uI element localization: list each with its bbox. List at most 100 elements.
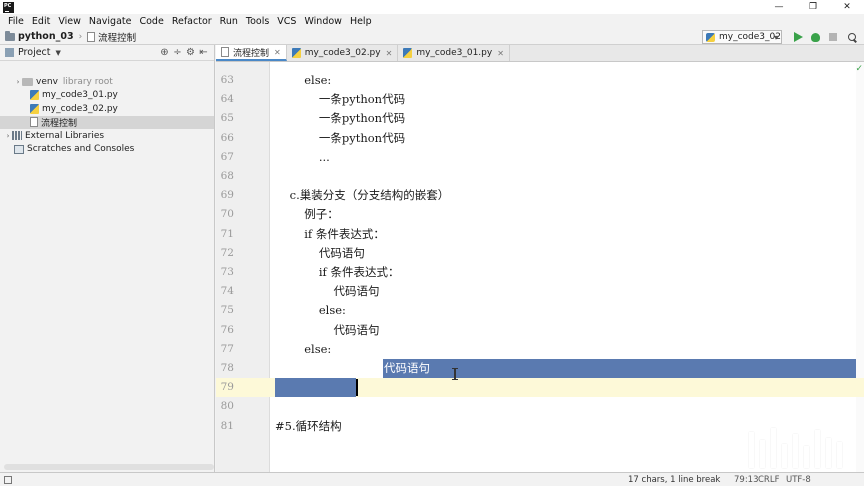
text-file-icon xyxy=(221,47,229,57)
code-line: 71 if 条件表达式： xyxy=(216,225,864,244)
restore-button[interactable]: ❐ xyxy=(796,0,830,14)
menu-refactor[interactable]: Refactor xyxy=(168,16,216,27)
editor-tab[interactable]: 流程控制 ✕ xyxy=(216,45,287,61)
line-number: 77 xyxy=(220,342,234,355)
close-tab-icon[interactable]: ✕ xyxy=(497,49,504,58)
tree-item[interactable]: › venv library root xyxy=(0,75,214,89)
debug-icon[interactable] xyxy=(809,31,821,43)
mouse-cursor-icon xyxy=(452,368,458,380)
file-encoding[interactable]: UTF-8 xyxy=(786,475,811,485)
close-tab-icon[interactable]: ✕ xyxy=(386,49,393,58)
selection-info: 17 chars, 1 line break xyxy=(628,474,721,485)
gear-icon[interactable]: ⚙ xyxy=(184,47,197,59)
python-file-icon xyxy=(403,48,413,58)
line-separator[interactable]: CRLF xyxy=(758,475,779,485)
text-caret xyxy=(356,379,358,397)
line-number: 66 xyxy=(220,131,234,144)
line-number: 64 xyxy=(220,93,234,106)
folder-icon xyxy=(5,30,15,41)
breadcrumb-project[interactable]: python_03 xyxy=(18,31,74,42)
run-configuration-select[interactable]: my_code3_02 ▾ xyxy=(702,30,782,44)
code-line: 73 if 条件表达式： xyxy=(216,263,864,282)
tree-item-label: my_code3_02.py xyxy=(42,103,118,114)
close-window-button[interactable]: ✕ xyxy=(830,0,864,14)
tree-item[interactable]: › External Libraries xyxy=(0,129,214,143)
python-file-icon xyxy=(30,90,39,101)
line-text: ... xyxy=(275,149,330,164)
search-everywhere-icon[interactable] xyxy=(846,31,858,43)
chevron-right-icon[interactable]: › xyxy=(4,132,12,140)
code-editor[interactable]: ✓ 63 else: 64 一条python代码 65 一条python代码 66 一… xyxy=(216,62,864,472)
line-number: 69 xyxy=(220,189,234,202)
tree-item[interactable]: my_code3_01.py xyxy=(0,89,214,103)
line-text: 例子： xyxy=(275,207,339,222)
menu-view[interactable]: View xyxy=(54,16,85,27)
line-text: 代码语句 xyxy=(275,284,380,299)
line-number: 63 xyxy=(220,74,234,86)
venv-folder-icon xyxy=(22,77,33,86)
line-number: 68 xyxy=(220,170,234,182)
stop-icon[interactable] xyxy=(827,31,839,43)
line-number: 73 xyxy=(220,266,234,278)
line-number: 76 xyxy=(220,323,234,336)
code-line: 74 代码语句 xyxy=(216,282,864,301)
breadcrumb: python_03 › 流程控制 xyxy=(0,30,136,44)
menu-window[interactable]: Window xyxy=(300,16,345,27)
line-number: 65 xyxy=(220,112,234,125)
tree-item-label: my_code3_01.py xyxy=(42,90,118,101)
menu-run[interactable]: Run xyxy=(216,16,242,27)
line-number: 78 xyxy=(220,362,234,374)
caret-position[interactable]: 79:13 xyxy=(734,475,759,485)
chevron-down-icon: ▾ xyxy=(773,32,778,42)
breadcrumb-file[interactable]: 流程控制 xyxy=(98,30,136,44)
tree-item-label: Scratches and Consoles xyxy=(27,144,135,155)
menu-edit[interactable]: Edit xyxy=(28,16,54,27)
tab-label: 流程控制 xyxy=(233,48,270,59)
code-line: 80 xyxy=(216,397,864,416)
code-line: 67 ... xyxy=(216,148,864,167)
project-tool-window: Project ▼ ⊕ ÷ ⚙ ⇤ › venv library root my_co… xyxy=(0,45,215,472)
line-number: 67 xyxy=(220,150,234,163)
python-icon xyxy=(706,32,715,42)
line-text: 代码语句 xyxy=(275,245,365,260)
close-tab-icon[interactable]: ✕ xyxy=(274,48,281,57)
code-line: 63 else: xyxy=(216,71,864,90)
editor-tab[interactable]: my_code3_01.py ✕ xyxy=(398,45,510,61)
tree-item-note: library root xyxy=(62,76,113,87)
tree-item[interactable]: Scratches and Consoles xyxy=(0,143,214,157)
tree-item[interactable]: 流程控制 xyxy=(0,115,214,129)
line-text: 一条python代码 xyxy=(275,111,406,126)
run-icon[interactable] xyxy=(792,31,804,43)
status-bar: 17 chars, 1 line break 79:13 CRLF UTF-8 xyxy=(0,472,864,486)
hide-panel-icon[interactable]: ⇤ xyxy=(197,47,210,59)
line-number: 70 xyxy=(220,208,234,221)
line-number: 79 xyxy=(220,381,234,394)
scratch-icon xyxy=(14,144,24,154)
tree-item[interactable]: my_code3_02.py xyxy=(0,102,214,116)
horizontal-scrollbar[interactable] xyxy=(4,464,214,470)
line-text: if 条件表达式： xyxy=(275,226,385,241)
menu-vcs[interactable]: VCS xyxy=(273,16,300,27)
tree-item-label: venv xyxy=(36,76,58,87)
line-text: else: xyxy=(275,341,332,356)
menu-tools[interactable]: Tools xyxy=(242,16,273,27)
chevron-down-icon[interactable]: ▼ xyxy=(56,49,61,57)
chevron-right-icon[interactable]: › xyxy=(14,78,22,86)
menu-code[interactable]: Code xyxy=(135,16,167,27)
editor-tab[interactable]: my_code3_02.py ✕ xyxy=(287,45,399,61)
line-text: else: xyxy=(275,73,332,87)
line-number: 75 xyxy=(220,304,234,317)
menu-help[interactable]: Help xyxy=(346,16,376,27)
run-configuration-label: my_code3_02 xyxy=(719,32,781,42)
collapse-icon[interactable]: ÷ xyxy=(171,47,184,59)
minimize-button[interactable]: — xyxy=(762,0,796,14)
locate-icon[interactable]: ⊕ xyxy=(158,47,171,59)
code-line: 76 代码语句 xyxy=(216,321,864,340)
text-file-icon xyxy=(30,117,38,128)
project-panel-title[interactable]: Project xyxy=(18,47,51,58)
line-text: 代码语句 xyxy=(275,322,380,337)
menu-navigate[interactable]: Navigate xyxy=(85,16,136,27)
line-text: else: xyxy=(275,303,346,318)
tool-windows-toggle-icon[interactable] xyxy=(4,475,12,484)
menu-file[interactable]: File xyxy=(4,16,28,27)
